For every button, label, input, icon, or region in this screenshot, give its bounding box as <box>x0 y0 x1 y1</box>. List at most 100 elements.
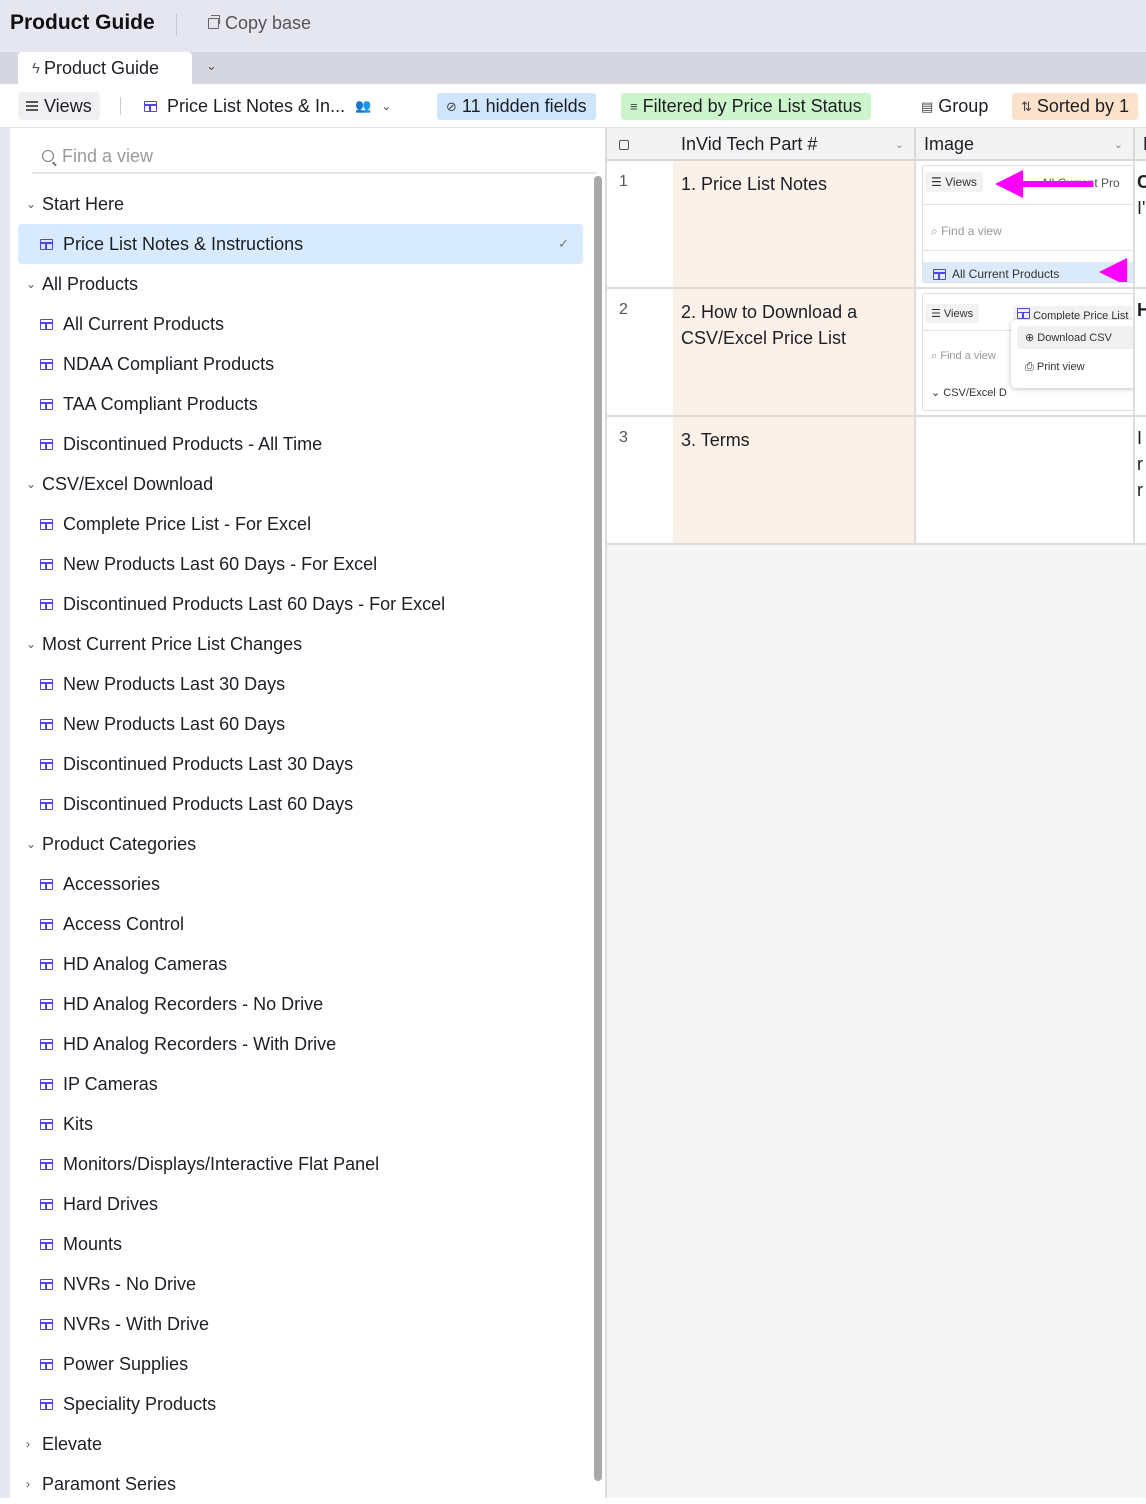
section-title: All Products <box>42 273 139 294</box>
current-view-button[interactable]: Price List Notes & In... 👥 ⌄ <box>144 92 391 120</box>
description-cell[interactable]: H <box>1137 297 1146 323</box>
sidebar-section-header[interactable]: ⌄ CSV/Excel Download <box>18 464 583 504</box>
sidebar-view-item[interactable]: Mounts <box>18 1224 583 1264</box>
section-title: Product Categories <box>42 833 197 854</box>
view-list: ⌄ Start Here Price List Notes & Instructio… <box>18 184 583 1504</box>
filter-button[interactable]: ≡ Filtered by Price List Status <box>621 93 871 120</box>
sidebar-section-header[interactable]: ⌄ All Products <box>18 264 583 304</box>
grid-view-icon <box>40 878 53 890</box>
column-header-part[interactable]: InVid Tech Part # ⌄ <box>673 128 916 161</box>
view-toolbar: Views Price List Notes & In... 👥 ⌄ ⊘ 11 … <box>0 84 1146 128</box>
copy-base-label: Copy base <box>225 13 312 33</box>
base-title: Product Guide <box>10 11 155 34</box>
chevron-down-icon[interactable]: ⌄ <box>206 58 217 74</box>
sidebar-view-item[interactable]: All Current Products <box>18 304 583 344</box>
divider <box>176 14 177 36</box>
view-label: Price List Notes & Instructions <box>63 233 304 254</box>
chevron-down-icon: ⌄ <box>26 277 37 291</box>
sort-button[interactable]: ⇅ Sorted by 1 <box>1012 93 1138 120</box>
view-label: Discontinued Products Last 60 Days <box>63 793 354 814</box>
sidebar-view-item[interactable]: HD Analog Recorders - With Drive <box>18 1024 583 1064</box>
sidebar-view-item[interactable]: Discontinued Products Last 60 Days <box>18 784 583 824</box>
thumb-section: ⌄ CSV/Excel D <box>931 387 1007 399</box>
column-header-image[interactable]: Image ⌄ <box>916 128 1135 161</box>
sidebar-section-header[interactable]: › Paramont Series <box>18 1464 583 1504</box>
sidebar-view-item[interactable]: Speciality Products <box>18 1384 583 1424</box>
grid-view-icon <box>40 1118 53 1130</box>
sidebar-view-item[interactable]: Discontinued Products Last 30 Days <box>18 744 583 784</box>
section-title: Elevate <box>42 1433 103 1454</box>
chevron-down-icon: ⌄ <box>894 139 904 151</box>
copy-base-button[interactable]: Copy base <box>208 13 311 34</box>
grid-view-icon <box>40 958 53 970</box>
sidebar-section-header[interactable]: ⌄ Most Current Price List Changes <box>18 624 583 664</box>
sidebar-view-item[interactable]: Access Control <box>18 904 583 944</box>
sidebar-view-item[interactable]: HD Analog Recorders - No Drive <box>18 984 583 1024</box>
group-button[interactable]: ▤ Group <box>912 93 997 120</box>
row-number: 1 <box>619 173 628 190</box>
sidebar-view-item[interactable]: NDAA Compliant Products <box>18 344 583 384</box>
sidebar-view-item[interactable]: IP Cameras <box>18 1064 583 1104</box>
sidebar-view-item[interactable]: Discontinued Products - All Time <box>18 424 583 464</box>
find-view-input[interactable] <box>62 145 562 167</box>
image-cell[interactable]: ☰ Views All Current Pro ⌕ Find a view Al… <box>916 161 1135 287</box>
sidebar-view-item[interactable]: TAA Compliant Products <box>18 384 583 424</box>
sidebar-section-header[interactable]: ⌄ Start Here <box>18 184 583 224</box>
view-label: Accessories <box>63 873 161 894</box>
table-row[interactable]: 1 1. Price List Notes ☰ Views All Curren… <box>607 161 1146 289</box>
sidebar-view-item[interactable]: Accessories <box>18 864 583 904</box>
image-thumbnail: ☰ Views Complete Price List ⌕ Find a vie… <box>922 293 1133 411</box>
group-icon: ▤ <box>921 98 934 114</box>
sort-icon: ⇅ <box>1021 98 1032 114</box>
sidebar-view-item[interactable]: New Products Last 60 Days - For Excel <box>18 544 583 584</box>
sidebar-view-item[interactable]: Discontinued Products Last 60 Days - For… <box>18 584 583 624</box>
sidebar-view-item[interactable]: Monitors/Displays/Interactive Flat Panel <box>18 1144 583 1184</box>
table-row[interactable]: 2 2. How to Download a CSV/Excel Price L… <box>607 289 1146 417</box>
sidebar-view-item[interactable]: NVRs - No Drive <box>18 1264 583 1304</box>
grid-view-icon <box>40 598 53 610</box>
filter-icon: ≡ <box>630 99 638 114</box>
table-row[interactable]: 3 3. Terms I r r <box>607 417 1146 545</box>
sidebar-view-item[interactable]: Hard Drives <box>18 1184 583 1224</box>
part-cell[interactable]: 1. Price List Notes <box>673 161 916 287</box>
bolt-icon: ϟ <box>32 59 40 77</box>
tab-product-guide[interactable]: ϟ Product Guide <box>18 52 192 84</box>
part-cell[interactable]: 2. How to Download a CSV/Excel Price Lis… <box>673 289 916 415</box>
sidebar-section-header[interactable]: ⌄ Product Categories <box>18 824 583 864</box>
hidden-fields-button[interactable]: ⊘ 11 hidden fields <box>437 93 596 120</box>
thumb-search: ⌕ Find a view <box>931 224 1002 238</box>
sidebar-view-item[interactable]: Price List Notes & Instructions ✓ <box>18 224 583 264</box>
thumb-views: ☰ Views <box>925 172 983 192</box>
description-cell[interactable]: I r r <box>1137 425 1143 503</box>
sidebar-view-item[interactable]: New Products Last 60 Days <box>18 704 583 744</box>
eye-off-icon: ⊘ <box>446 98 457 114</box>
thumb-search: ⌕ Find a view <box>931 350 996 362</box>
sidebar-view-item[interactable]: NVRs - With Drive <box>18 1304 583 1344</box>
image-cell[interactable]: ☰ Views Complete Price List ⌕ Find a vie… <box>916 289 1135 415</box>
view-label: HD Analog Recorders - No Drive <box>63 993 324 1014</box>
thumb-views: ☰ Views <box>925 304 980 323</box>
sidebar-view-item[interactable]: Kits <box>18 1104 583 1144</box>
sidebar-view-item[interactable]: HD Analog Cameras <box>18 944 583 984</box>
top-bar: Product Guide Copy base <box>0 0 1146 52</box>
sidebar-view-item[interactable]: Complete Price List - For Excel <box>18 504 583 544</box>
chevron-down-icon: ⌄ <box>26 837 37 851</box>
select-all-checkbox[interactable] <box>619 140 629 150</box>
views-button[interactable]: Views <box>18 92 100 120</box>
view-label: NVRs - No Drive <box>63 1273 197 1294</box>
view-label: Complete Price List - For Excel <box>63 513 312 534</box>
thumb-menu-item: ⎙ Print view <box>1025 361 1085 373</box>
sidebar-view-item[interactable]: New Products Last 30 Days <box>18 664 583 704</box>
part-cell[interactable]: 3. Terms <box>673 417 916 543</box>
sidebar-section-header[interactable]: › Elevate <box>18 1424 583 1464</box>
description-cell[interactable]: C I' <box>1137 169 1146 221</box>
grid-view-icon <box>40 998 53 1010</box>
sidebar-scrollbar[interactable] <box>594 176 602 1481</box>
image-cell[interactable] <box>916 417 1135 543</box>
section-title: Most Current Price List Changes <box>42 633 303 654</box>
column-header-description[interactable]: D <box>1135 128 1146 161</box>
view-label: Discontinued Products Last 30 Days <box>63 753 354 774</box>
view-label: NVRs - With Drive <box>63 1313 210 1334</box>
menu-icon <box>26 101 38 111</box>
sidebar-view-item[interactable]: Power Supplies <box>18 1344 583 1384</box>
